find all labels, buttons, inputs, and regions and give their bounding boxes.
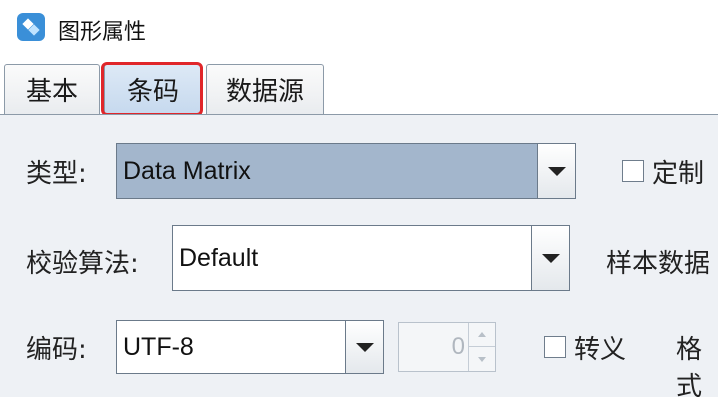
title-bar: 图形属性 <box>0 0 718 58</box>
chevron-down-icon[interactable] <box>537 144 575 198</box>
window-title: 图形属性 <box>58 20 147 45</box>
tab-datasource[interactable]: 数据源 <box>206 64 324 114</box>
type-select[interactable]: Data Matrix <box>116 143 576 199</box>
chevron-down-icon[interactable] <box>531 226 569 290</box>
encoding-select-value: UTF-8 <box>123 332 194 361</box>
checksum-label: 校验算法: <box>26 249 139 279</box>
checksum-select-value: Default <box>179 243 259 272</box>
format-label: 格式 <box>676 335 703 402</box>
number-spinner[interactable]: 0 <box>398 322 496 372</box>
chevron-down-icon[interactable] <box>345 321 383 373</box>
encoding-label: 编码: <box>26 335 87 365</box>
type-select-value: Data Matrix <box>123 156 251 185</box>
encoding-select[interactable]: UTF-8 <box>116 320 384 374</box>
type-label: 类型: <box>26 159 87 189</box>
number-spinner-value: 0 <box>451 333 465 360</box>
custom-label: 定制 <box>652 159 705 189</box>
tab-barcode[interactable]: 条码 <box>104 64 202 114</box>
barcode-settings-panel: 类型: Data Matrix 定制 校验算法: Default 样本数据 编码… <box>0 114 718 402</box>
app-logo-icon <box>17 13 45 41</box>
checksum-select[interactable]: Default <box>172 225 570 291</box>
tab-basic[interactable]: 基本 <box>4 64 100 114</box>
spinner-down-icon[interactable] <box>469 347 495 371</box>
spinner-up-icon[interactable] <box>469 323 495 347</box>
custom-checkbox[interactable] <box>622 160 644 182</box>
escape-checkbox[interactable] <box>544 336 566 358</box>
sample-data-label: 样本数据 <box>606 249 711 279</box>
escape-label: 转义 <box>574 335 627 365</box>
